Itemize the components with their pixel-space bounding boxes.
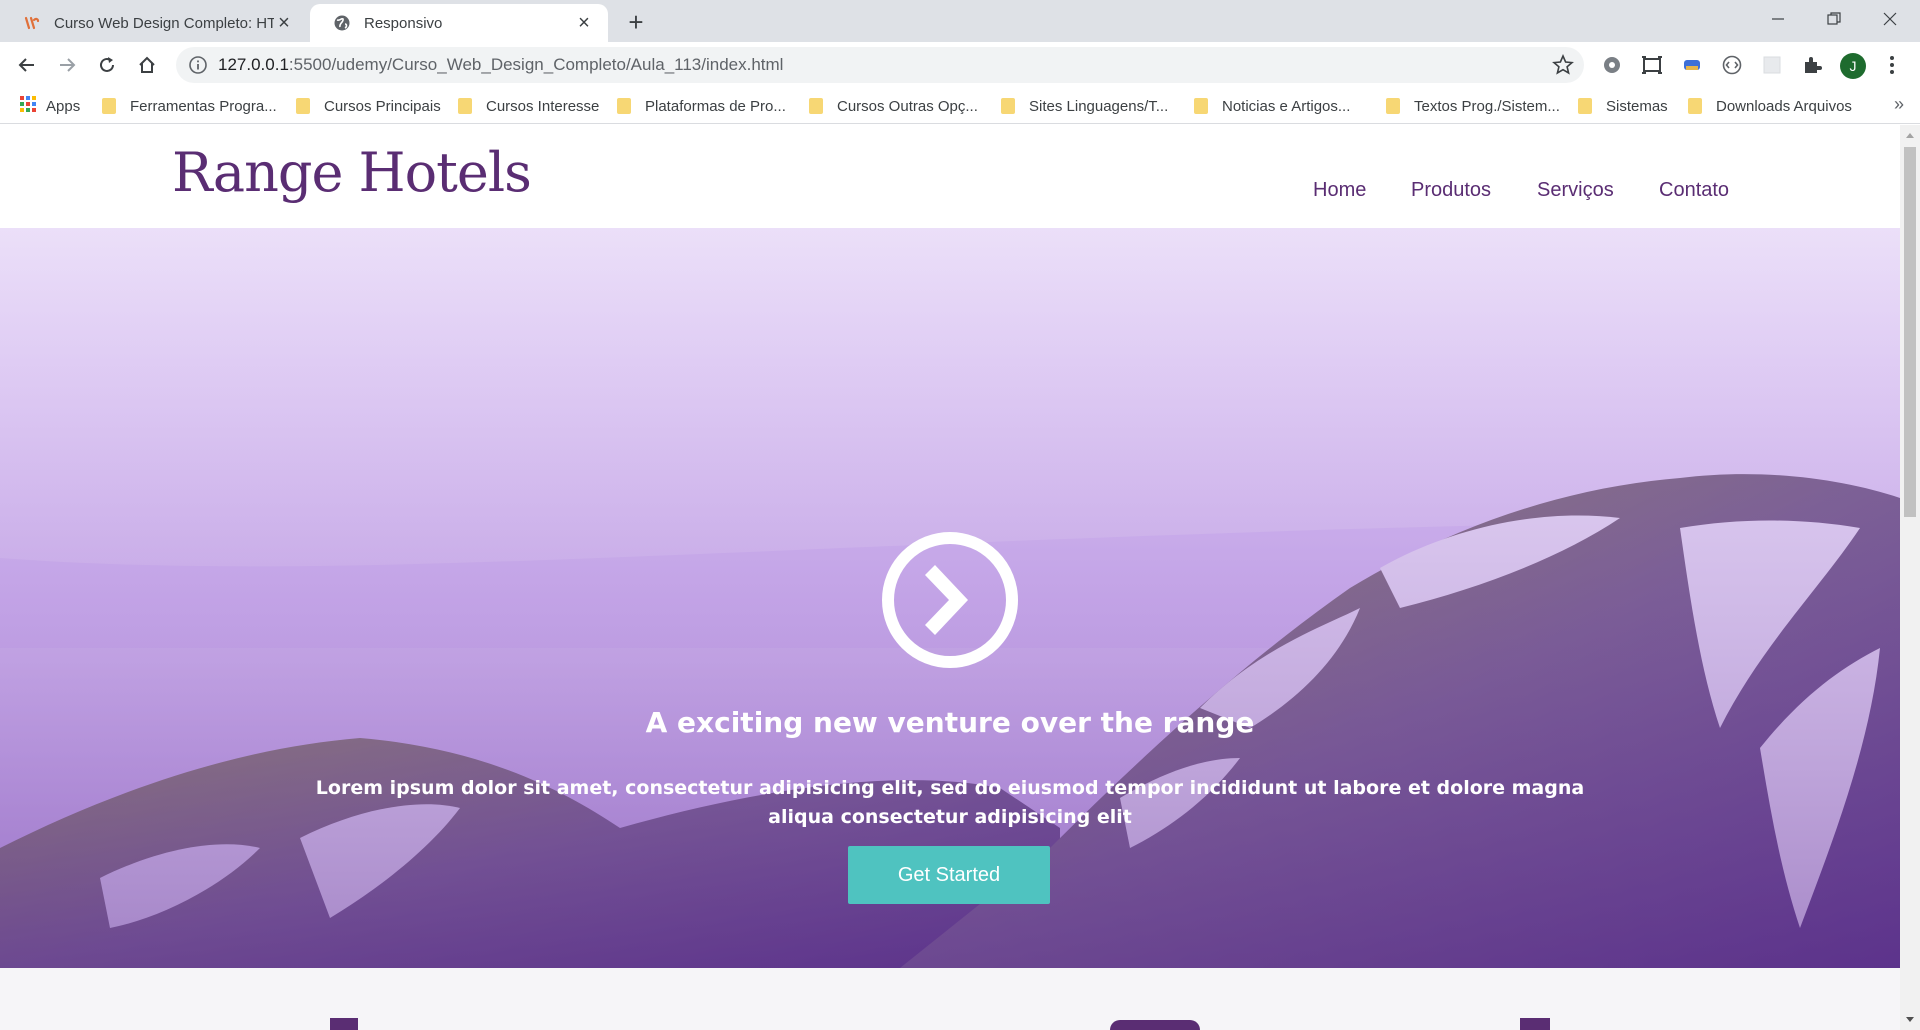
section-icon-partial [1110, 1020, 1200, 1030]
bookmark-label: Cursos Principais [324, 97, 441, 115]
folder-icon [1386, 98, 1400, 114]
folder-icon [1001, 98, 1015, 114]
nav-contato[interactable]: Contato [1659, 179, 1729, 202]
forward-arrow-icon[interactable] [52, 50, 82, 80]
puzzle-icon[interactable] [1800, 53, 1824, 77]
extension-cloud-icon[interactable] [1680, 53, 1704, 77]
more-menu-icon[interactable] [1880, 53, 1904, 77]
bookmark-label: Noticias e Artigos... [1222, 97, 1351, 115]
folder-icon [617, 98, 631, 114]
bookmark-label: Plataformas de Pro... [645, 97, 786, 115]
url-path: :5500/udemy/Curso_Web_Design_Completo/Au… [288, 55, 784, 74]
url-host: 127.0.0.1 [218, 55, 289, 74]
url-text: 127.0.0.1:5500/udemy/Curso_Web_Design_Co… [218, 55, 783, 75]
extension-screen-icon[interactable] [1640, 53, 1664, 77]
address-bar[interactable]: 127.0.0.1:5500/udemy/Curso_Web_Design_Co… [176, 47, 1584, 83]
bookmark-apps[interactable]: Apps [20, 94, 80, 118]
page-viewport: Range Hotels Home Produtos Serviços Cont… [0, 125, 1900, 1030]
folder-icon [1578, 98, 1592, 114]
profile-avatar[interactable]: J [1840, 53, 1866, 79]
next-section [0, 968, 1900, 1030]
bookmark-folder[interactable]: Plataformas de Pro... [617, 94, 786, 118]
folder-icon [458, 98, 472, 114]
tab-responsivo[interactable]: Responsivo × [310, 4, 608, 42]
bookmark-folder[interactable]: Ferramentas Progra... [102, 94, 277, 118]
nav-servicos[interactable]: Serviços [1537, 179, 1614, 202]
home-icon[interactable] [132, 50, 162, 80]
bookmark-label: Ferramentas Progra... [130, 97, 277, 115]
nav-home[interactable]: Home [1313, 179, 1366, 202]
globe-icon [332, 13, 352, 33]
new-tab-button[interactable]: + [622, 7, 650, 37]
bookmark-folder[interactable]: Sites Linguagens/T... [1001, 94, 1168, 118]
scrollbar-thumb[interactable] [1904, 147, 1916, 517]
udemy-icon [22, 13, 42, 33]
bookmark-folder[interactable]: Noticias e Artigos... [1194, 94, 1350, 118]
tab-strip: Curso Web Design Completo: HT × Responsi… [0, 0, 1920, 42]
tab-title: Curso Web Design Completo: HT [54, 14, 274, 32]
tab-title: Responsivo [364, 14, 443, 32]
browser-toolbar: 127.0.0.1:5500/udemy/Curso_Web_Design_Co… [0, 42, 1920, 88]
bookmark-star-icon[interactable] [1552, 53, 1574, 76]
bookmark-folder[interactable]: Cursos Outras Opç... [809, 94, 978, 118]
hero-section: A exciting new venture over the range Lo… [0, 228, 1900, 968]
bookmark-label: Cursos Interesse [486, 97, 600, 115]
hero-text: Lorem ipsum dolor sit amet, consectetur … [315, 777, 1585, 828]
close-tab-icon[interactable]: × [574, 12, 594, 34]
bookmark-label: Sites Linguagens/T... [1029, 97, 1169, 115]
bookmark-label: Downloads Arquivos [1716, 97, 1852, 115]
get-started-button[interactable]: Get Started [848, 846, 1050, 904]
hero-title: A exciting new venture over the range [645, 706, 1255, 739]
nav-produtos[interactable]: Produtos [1411, 179, 1491, 202]
bookmark-folder[interactable]: Textos Prog./Sistem... [1386, 94, 1560, 118]
folder-icon [809, 98, 823, 114]
tab-udemy[interactable]: Curso Web Design Completo: HT × [0, 4, 308, 42]
bookmark-folder[interactable]: Cursos Principais [296, 94, 441, 118]
reload-icon[interactable] [92, 50, 122, 80]
folder-icon [1194, 98, 1208, 114]
scroll-up-arrow[interactable] [1906, 133, 1914, 138]
chevron-circle-icon[interactable] [880, 530, 1020, 670]
site-logo[interactable]: Range Hotels [172, 141, 532, 204]
bookmark-folder[interactable]: Cursos Interesse [458, 94, 599, 118]
section-icon-partial [330, 1018, 358, 1030]
extension-gear-icon[interactable] [1600, 53, 1624, 77]
bookmark-label: Sistemas [1606, 97, 1668, 115]
bookmark-label: Textos Prog./Sistem... [1414, 97, 1560, 115]
folder-icon [296, 98, 310, 114]
bookmark-label: Cursos Outras Opç... [837, 97, 978, 115]
back-arrow-icon[interactable] [12, 50, 42, 80]
apps-grid-icon [20, 96, 36, 116]
section-icon-partial [1520, 1018, 1550, 1030]
bookmarks-bar: Apps Ferramentas Progra... Cursos Princi… [0, 88, 1920, 124]
close-tab-icon[interactable]: × [274, 12, 294, 34]
bookmark-folder[interactable]: Downloads Arquivos [1688, 94, 1852, 118]
scroll-down-arrow[interactable] [1906, 1017, 1914, 1022]
close-window-button[interactable] [1862, 0, 1918, 38]
minimize-button[interactable] [1750, 0, 1806, 38]
extension-code-icon[interactable] [1720, 53, 1744, 77]
extension-blank-icon[interactable] [1760, 53, 1784, 77]
site-header: Range Hotels Home Produtos Serviços Cont… [0, 125, 1900, 228]
folder-icon [102, 98, 116, 114]
folder-icon [1688, 98, 1702, 114]
info-icon[interactable] [188, 55, 208, 75]
restore-button[interactable] [1806, 0, 1862, 38]
bookmark-label: Apps [46, 97, 81, 115]
bookmark-folder[interactable]: Sistemas [1578, 94, 1668, 118]
vertical-scrollbar[interactable] [1900, 125, 1920, 1030]
bookmarks-overflow-button[interactable]: » [1894, 94, 1904, 115]
